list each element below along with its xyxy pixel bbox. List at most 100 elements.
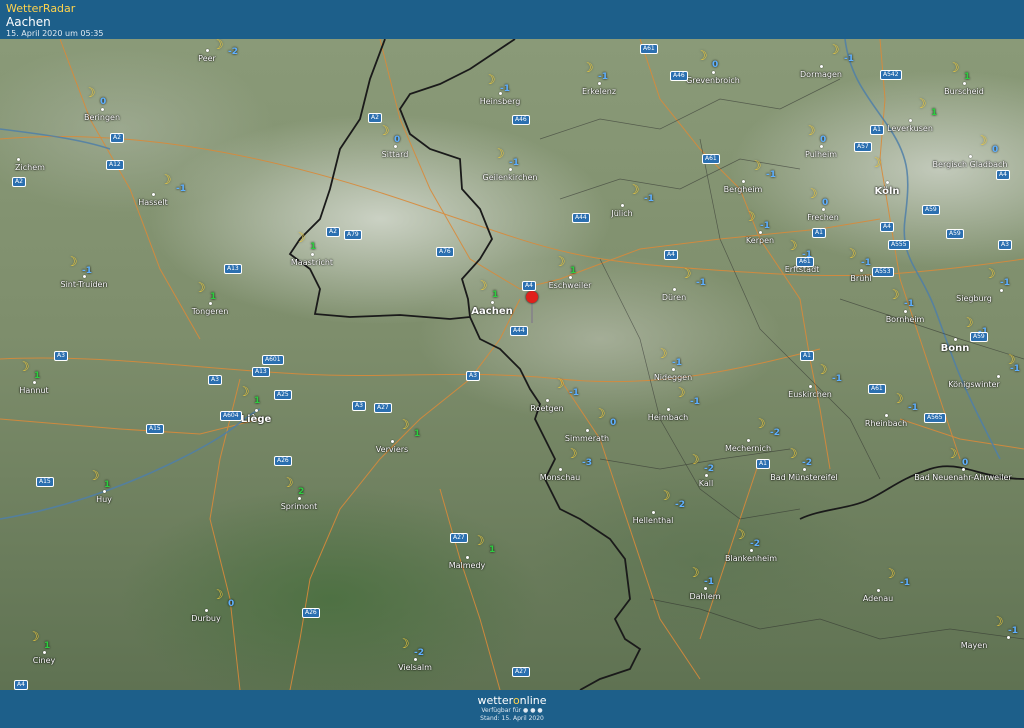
town-label[interactable]: Mechernich [725,444,771,453]
temperature-value: 0 [712,60,719,70]
town-label[interactable]: Eschweiler [549,281,592,290]
town-label[interactable]: Grevenbroich [686,76,740,85]
town-label[interactable]: Brühl [850,274,871,283]
town-label[interactable]: Roetgen [530,404,563,413]
town-label[interactable]: Köln [875,186,900,197]
road-badge: A61 [702,154,720,164]
town-label[interactable]: Geilenkirchen [483,173,538,182]
road-badge: A59 [922,205,940,215]
town-label[interactable]: Erkelenz [582,87,616,96]
town-dot [904,310,907,313]
moon-icon: ☽ [845,247,857,262]
town-dot [997,375,1000,378]
town-dot [101,108,104,111]
town-label[interactable]: Sint-Truiden [60,280,107,289]
town-label[interactable]: Durbuy [191,614,220,623]
town-label[interactable]: Heinsberg [480,97,521,106]
town-label[interactable]: Nideggen [654,373,692,382]
town-label[interactable]: Beringen [84,113,120,122]
road-badge: A2 [368,113,382,123]
town-dot [209,302,212,305]
town-dot [759,231,762,234]
town-label[interactable]: Sittard [382,150,409,159]
town-label[interactable]: Bornheim [886,315,925,324]
temperature-value: -1 [844,54,854,64]
road-badge: A46 [512,115,530,125]
town-label[interactable]: Ciney [33,656,56,665]
moon-icon: ☽ [398,418,410,433]
temperature-value: -2 [770,428,780,438]
town-label[interactable]: Huy [96,495,112,504]
road-badge: A565 [924,413,946,423]
temperature-value: -1 [900,578,910,588]
town-label[interactable]: Jülich [611,209,632,218]
town-label[interactable]: Dahlem [689,592,720,601]
town-dot [704,587,707,590]
town-dot [414,658,417,661]
town-label[interactable]: Aachen [471,306,512,317]
town-label[interactable]: Simmerath [565,434,609,443]
moon-icon: ☽ [553,377,565,392]
brand-title: WetterRadar [6,2,76,15]
town-label[interactable]: Bad Münstereifel [770,473,838,482]
temperature-value: 0 [962,458,969,468]
location-pin-icon[interactable] [526,291,538,303]
town-label[interactable]: Verviers [376,445,408,454]
town-label[interactable]: Pulheim [805,150,837,159]
town-label[interactable]: Bergisch Gladbach [933,160,1008,169]
town-label[interactable]: Rheinbach [865,419,907,428]
town-label[interactable]: Burscheid [944,87,984,96]
town-label[interactable]: Vielsalm [398,663,432,672]
town-label[interactable]: Bad Neuenahr-Ahrweiler [914,473,1011,482]
town-dot [391,440,394,443]
town-dot [747,439,750,442]
town-label[interactable]: Monschau [540,473,580,482]
town-label[interactable]: Zichem [15,163,45,172]
town-label[interactable]: Liège [241,414,272,425]
road-badge: A61 [640,44,658,54]
weather-map[interactable]: Peer ☽ -2 Beringen ☽ 0 Zichem Hasselt ☽ -1 Sint-Tr… [0,39,1024,690]
moon-icon: ☽ [688,453,700,468]
town-label[interactable]: Bergheim [724,185,763,194]
town-label[interactable]: Frechen [807,213,839,222]
moon-icon: ☽ [212,39,224,53]
moon-icon: ☽ [493,147,505,162]
wetteronline-logo[interactable]: wetteronline [0,694,1024,707]
town-label[interactable]: Düren [662,293,686,302]
town-label[interactable]: Mayen [961,641,988,650]
road-badge: A25 [274,390,292,400]
town-label[interactable]: Peer [198,54,216,63]
town-label[interactable]: Kall [699,479,713,488]
road-badge: A1 [756,459,770,469]
town-label[interactable]: Adenau [863,594,893,603]
town-dot [820,145,823,148]
town-label[interactable]: Hasselt [138,198,168,207]
road-badge: A15 [146,424,164,434]
town-label[interactable]: Malmedy [449,561,486,570]
town-dot [803,468,806,471]
town-label[interactable]: Blankenheim [725,554,777,563]
map-lines [0,39,1024,690]
town-label[interactable]: Heimbach [648,413,688,422]
town-label[interactable]: Kerpen [746,236,774,245]
moon-icon: ☽ [594,407,606,422]
road-badge: A44 [510,326,528,336]
town-label[interactable]: Dormagen [800,70,842,79]
moon-icon: ☽ [656,347,668,362]
town-label[interactable]: Leverkusen [887,124,933,133]
town-label[interactable]: Siegburg [956,294,992,303]
town-label[interactable]: Maastricht [291,258,333,267]
town-dot [909,119,912,122]
town-label[interactable]: Königswinter [948,380,999,389]
road-badge: A27 [374,403,392,413]
town-label[interactable]: Hannut [19,386,48,395]
town-label[interactable]: Sprimont [281,502,318,511]
road-badge: A4 [522,281,536,291]
town-label[interactable]: Tongeren [192,307,229,316]
town-label[interactable]: Hellenthal [633,516,674,525]
town-label[interactable]: Euskirchen [788,390,832,399]
town-label[interactable]: Bonn [941,343,970,354]
temperature-value: 1 [414,429,421,439]
road-badge: A15 [36,477,54,487]
temperature-value: 1 [104,480,111,490]
